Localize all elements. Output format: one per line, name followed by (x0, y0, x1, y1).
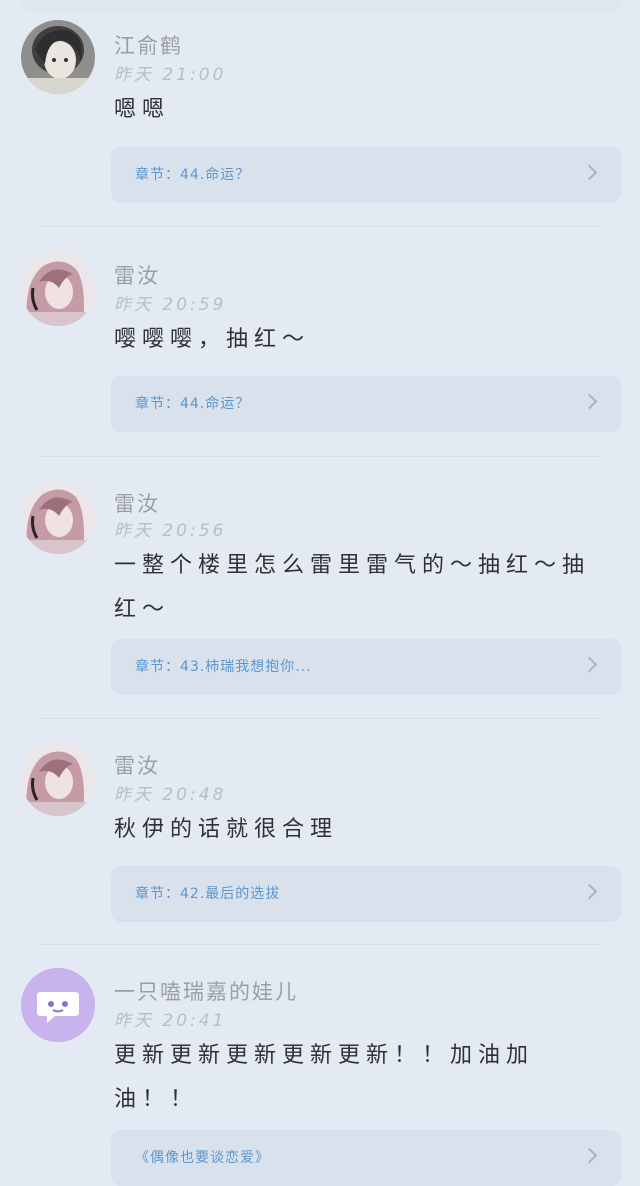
avatar[interactable] (21, 480, 95, 554)
username[interactable]: 雷汝 (114, 260, 160, 290)
avatar[interactable] (21, 252, 95, 326)
chevron-right-icon (581, 393, 598, 410)
chapter-label: 章节：44.命运？ (135, 396, 251, 412)
chapter-link[interactable]: 章节：43.柿瑞我想抱你... (111, 639, 621, 695)
avatar[interactable] (21, 20, 95, 94)
timestamp: 昨天 20:48 (114, 785, 227, 805)
timestamp: 昨天 20:56 (114, 521, 227, 541)
chapter-link[interactable]: 章节：44.命运？ (111, 376, 621, 432)
chapter-label: 《偶像也要谈恋爱》 (135, 1150, 270, 1166)
timestamp: 昨天 20:59 (114, 295, 227, 315)
avatar-girl-portrait (21, 252, 95, 326)
timestamp: 昨天 20:41 (114, 1011, 227, 1031)
divider (40, 456, 600, 457)
timestamp: 昨天 21:00 (114, 65, 227, 85)
avatar-girl-portrait (21, 742, 95, 816)
chapter-label: 章节：43.柿瑞我想抱你... (135, 659, 312, 675)
chat-bubble-icon (21, 968, 95, 1042)
chevron-right-icon (581, 164, 598, 181)
comment-text: 一整个楼里怎么雷里雷气的～抽红～抽红～ (114, 553, 591, 622)
chapter-label: 章节：44.命运？ (135, 167, 251, 183)
chapter-link[interactable]: 章节：44.命运？ (111, 147, 621, 203)
chevron-right-icon (581, 883, 598, 900)
username[interactable]: 雷汝 (114, 750, 160, 780)
top-card-edge (20, 0, 620, 12)
avatar[interactable] (21, 968, 95, 1042)
username[interactable]: 雷汝 (114, 488, 160, 518)
chapter-link[interactable]: 章节：42.最后的选拔 (111, 866, 621, 922)
username[interactable]: 江俞鹤 (114, 30, 183, 60)
divider (40, 226, 600, 227)
avatar-boy-portrait (21, 20, 95, 94)
comment-text: 秋伊的话就很合理 (114, 817, 339, 842)
divider (40, 944, 600, 945)
avatar[interactable] (21, 742, 95, 816)
chapter-label: 章节：42.最后的选拔 (135, 886, 281, 902)
chapter-link[interactable]: 《偶像也要谈恋爱》 (111, 1130, 621, 1186)
comment-text: 嗯嗯 (114, 97, 171, 122)
divider (40, 718, 600, 719)
username[interactable]: 一只嗑瑞嘉的娃儿 (114, 976, 298, 1006)
comment-text: 更新更新更新更新更新！！加油加油！！ (114, 1043, 535, 1112)
avatar-girl-portrait (21, 480, 95, 554)
chevron-right-icon (581, 656, 598, 673)
chevron-right-icon (581, 1147, 598, 1164)
comment-text: 嘤嘤嘤，抽红～ (114, 327, 311, 352)
